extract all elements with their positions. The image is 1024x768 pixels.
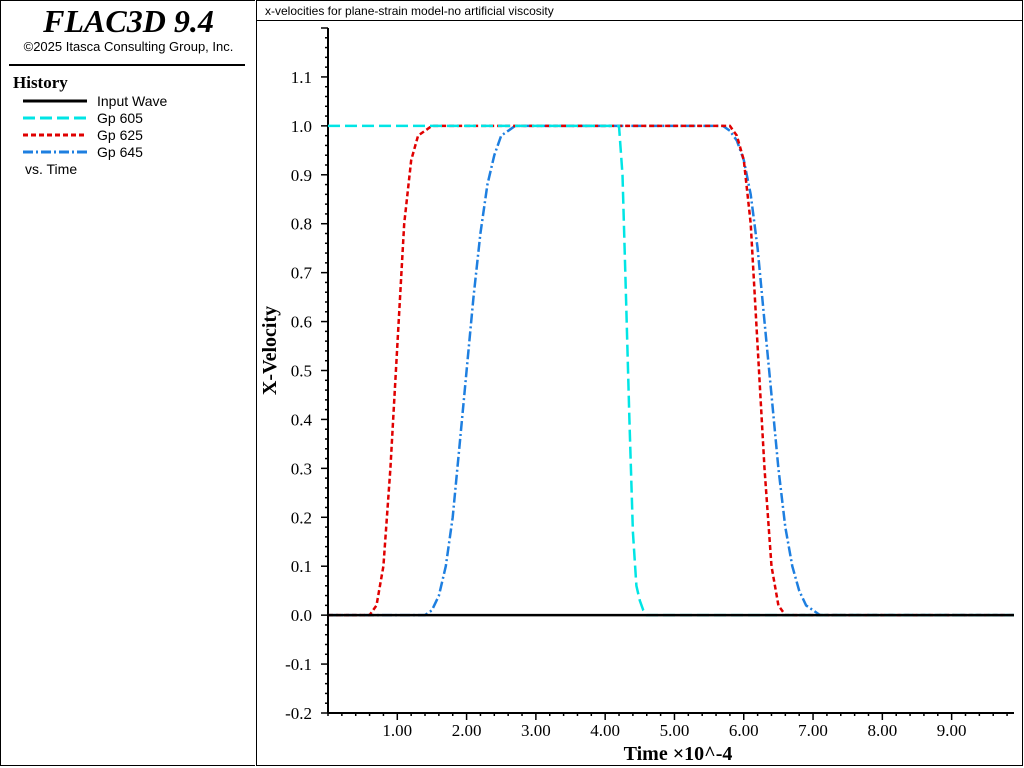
y-tick-label: 0.9 xyxy=(291,166,312,185)
legend-line-swatch xyxy=(23,99,87,103)
series-group xyxy=(328,124,1014,617)
x-tick-label: 1.00 xyxy=(382,721,412,740)
y-tick-label: 0.7 xyxy=(291,264,313,283)
x-axis-title: Time ×10^-4 xyxy=(624,743,733,765)
y-tick-label: 0.2 xyxy=(291,508,312,527)
legend-line-swatch xyxy=(23,116,87,120)
legend-heading: History xyxy=(13,73,68,92)
series-line-gp-645 xyxy=(328,124,1014,617)
legend-panel: FLAC3D 9.4 ©2025 Itasca Consulting Group… xyxy=(0,0,255,766)
copyright-text: ©2025 Itasca Consulting Group, Inc. xyxy=(23,39,234,54)
x-tick-label: 2.00 xyxy=(452,721,482,740)
legend-line-swatch xyxy=(23,133,87,137)
app-title: FLAC3D 9.4 xyxy=(43,3,214,39)
y-tick-label: 0.4 xyxy=(291,410,313,429)
y-tick-label: 0.5 xyxy=(291,362,312,381)
y-tick-label: 1.1 xyxy=(291,68,312,87)
plot-title: x-velocities for plane-strain model-no a… xyxy=(265,4,554,18)
y-tick-label: 1.0 xyxy=(291,117,312,136)
divider xyxy=(9,64,245,66)
legend-label: Input Wave xyxy=(97,93,168,109)
legend-label: Gp 625 xyxy=(97,127,143,143)
legend-label: Gp 645 xyxy=(97,144,143,160)
x-tick-label: 5.00 xyxy=(660,721,690,740)
legend-item-gp-625: Gp 625 xyxy=(23,127,243,144)
legend-item-input-wave: Input Wave xyxy=(23,93,243,110)
y-tick-label: 0.1 xyxy=(291,557,312,576)
series-line-gp-625 xyxy=(328,124,1014,617)
legend-label: Gp 605 xyxy=(97,110,143,126)
legend-line-swatch xyxy=(23,150,87,154)
x-tick-label: 9.00 xyxy=(937,721,967,740)
y-axis-title: X-Velocity xyxy=(259,306,281,395)
line-chart: -0.2 -0.1 0.0 0.1 0.2 0.3 0.4 0.5 0.6 0.7 0.8 0.9 1.… xyxy=(259,27,1014,765)
legend-item-gp-645: Gp 645 xyxy=(23,144,243,161)
y-tick-label: -0.1 xyxy=(285,655,312,674)
x-tick-label: 8.00 xyxy=(867,721,897,740)
x-tick-label: 4.00 xyxy=(590,721,620,740)
y-tick-label: 0.0 xyxy=(291,606,312,625)
series-line-gp-605 xyxy=(328,124,1014,617)
x-tick-label: 7.00 xyxy=(798,721,828,740)
x-tick-label: 3.00 xyxy=(521,721,551,740)
y-tick-label: 0.6 xyxy=(291,313,312,332)
axis-labels: -0.2 -0.1 0.0 0.1 0.2 0.3 0.4 0.5 0.6 0.7 0.8 0.9 1.… xyxy=(259,68,967,765)
y-tick-label: 0.8 xyxy=(291,215,312,234)
y-tick-label: 0.3 xyxy=(291,459,312,478)
legend-item-gp-605: Gp 605 xyxy=(23,110,243,127)
y-tick-label: -0.2 xyxy=(285,704,312,723)
x-tick-label: 6.00 xyxy=(729,721,759,740)
vs-time-label: vs. Time xyxy=(25,161,78,177)
